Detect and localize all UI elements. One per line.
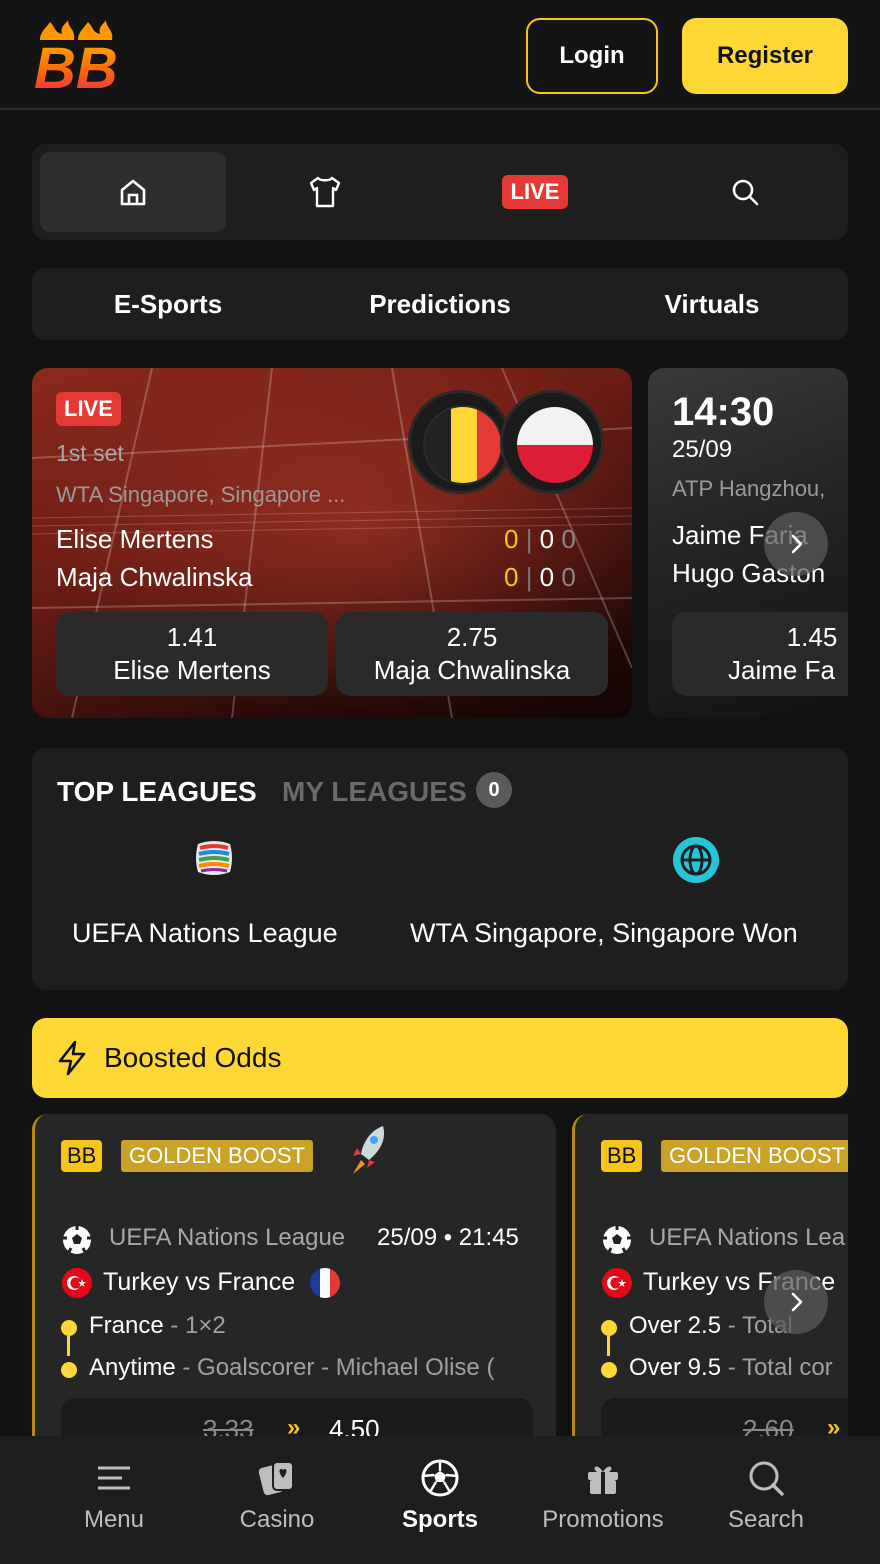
bottom-nav-search[interactable]: Search	[678, 1436, 854, 1564]
register-button[interactable]: Register	[682, 18, 848, 94]
match-period: 1st set	[56, 440, 124, 466]
home-score: 0 | 0 0	[504, 524, 576, 554]
live-badge: LIVE	[501, 175, 569, 209]
golden-boost-badge: GOLDEN BOOST	[661, 1140, 848, 1172]
boost-selection-1: France - 1×2	[89, 1312, 226, 1339]
boost-card[interactable]: BB GOLDEN BOOST UEFA Nations League 25/0…	[32, 1114, 556, 1444]
bottom-nav-label: Search	[727, 1506, 805, 1533]
svg-text:BB: BB	[34, 36, 118, 94]
tab-home[interactable]	[40, 152, 226, 232]
odds-button-home[interactable]: 1.45 Jaime Fa	[672, 612, 848, 696]
my-leagues-count: 0	[476, 772, 512, 808]
match-date: 25/09	[672, 436, 733, 463]
odds-value: 2.75	[446, 622, 498, 652]
match-card[interactable]: LIVE 1st set WTA Singapore, Singapore ..…	[32, 368, 632, 718]
search-icon	[732, 179, 759, 206]
boost-league: UEFA Nations League	[109, 1224, 346, 1251]
bb-badge: BB	[61, 1140, 103, 1172]
odds-value: 1.45	[786, 622, 838, 652]
rocket-icon	[353, 1126, 385, 1174]
chevron-right-icon	[791, 534, 803, 554]
turkey-flag-icon	[602, 1268, 632, 1298]
bottom-nav-promotions[interactable]: Promotions	[515, 1436, 691, 1564]
boost-league: UEFA Nations Lea	[649, 1224, 846, 1251]
bottom-nav-label: Casino	[239, 1506, 315, 1533]
boost-match: Turkey vs France	[103, 1268, 296, 1296]
lightning-icon	[58, 1040, 86, 1076]
cards-icon	[258, 1461, 294, 1496]
jersey-icon	[309, 176, 341, 208]
tab-sports[interactable]	[232, 152, 418, 232]
logo-icon: BB	[34, 20, 118, 101]
uefa-nations-league-icon[interactable]	[190, 834, 238, 882]
live-matches-carousel: LIVE 1st set WTA Singapore, Singapore ..…	[32, 368, 848, 718]
odds-button-home[interactable]: 1.41 Elise Mertens	[56, 612, 328, 696]
bb-badge: BB	[601, 1140, 643, 1172]
golden-boost-badge: GOLDEN BOOST	[121, 1140, 314, 1172]
bottom-nav-label: Promotions	[542, 1506, 664, 1533]
football-icon	[63, 1226, 91, 1254]
france-flag-icon	[310, 1268, 340, 1298]
brand-logo[interactable]: BB	[32, 18, 122, 101]
subnav-esports[interactable]: E-Sports	[32, 268, 304, 340]
boost-date: 25/09 • 21:45	[377, 1224, 519, 1251]
boosted-odds-carousel: BB GOLDEN BOOST UEFA Nations League 25/0…	[32, 1114, 848, 1444]
tab-top-leagues[interactable]: TOP LEAGUES	[57, 776, 257, 808]
home-team: Elise Mertens	[56, 524, 214, 554]
gift-icon	[588, 1466, 618, 1494]
selection-connector	[67, 1336, 70, 1356]
turkey-flag-icon	[62, 1268, 92, 1298]
leagues-panel: TOP LEAGUES MY LEAGUES 0 UEFA Nations Le…	[32, 748, 848, 990]
odds-selection: Maja Chwalinska	[373, 655, 571, 685]
bottom-nav-label: Sports	[401, 1506, 478, 1533]
league-item-uefa-nations[interactable]: UEFA Nations League	[72, 918, 338, 949]
away-score: 0 | 0 0	[504, 562, 576, 592]
league-item-wta-singapore[interactable]: WTA Singapore, Singapore Won	[410, 918, 798, 949]
selection-dot	[601, 1320, 617, 1336]
bottom-nav-sports[interactable]: Sports	[352, 1436, 528, 1564]
app-header: BB Login Register	[0, 0, 880, 110]
boost-carousel-next-button[interactable]	[764, 1270, 828, 1334]
chevron-right-icon	[791, 1292, 803, 1312]
selection-dot	[601, 1362, 617, 1378]
football-icon	[421, 1459, 459, 1497]
bottom-nav-casino[interactable]: Casino	[189, 1436, 365, 1564]
selection-connector	[607, 1336, 610, 1356]
boosted-odds-banner[interactable]: Boosted Odds	[32, 1018, 848, 1098]
globe-icon[interactable]	[672, 836, 720, 884]
bottom-nav-label: Menu	[83, 1506, 145, 1533]
boost-selection-2: Anytime - Goalscorer - Michael Olise (	[89, 1354, 495, 1381]
live-status-badge: LIVE	[56, 392, 121, 426]
bottom-nav-menu[interactable]: Menu	[26, 1436, 202, 1564]
tab-my-leagues[interactable]: MY LEAGUES	[282, 776, 467, 808]
login-button[interactable]: Login	[526, 18, 658, 94]
boost-selection-2: Over 9.5 - Total cor	[629, 1354, 833, 1381]
bottom-nav: Menu Casino Sports Promotions Search	[0, 1436, 880, 1564]
odds-value: 1.41	[166, 622, 218, 652]
tab-live[interactable]: LIVE	[442, 152, 628, 232]
match-league: WTA Singapore, Singapore ...	[56, 482, 346, 507]
sub-nav: E-Sports Predictions Virtuals	[32, 268, 848, 340]
boosted-odds-title: Boosted Odds	[104, 1042, 282, 1073]
carousel-next-button[interactable]	[764, 512, 828, 576]
tab-search[interactable]	[652, 152, 838, 232]
menu-icon	[98, 1466, 130, 1490]
home-icon	[120, 179, 146, 206]
subnav-virtuals[interactable]: Virtuals	[576, 268, 848, 340]
odds-selection: Jaime Fa	[728, 655, 835, 685]
poland-flag-icon	[500, 390, 604, 494]
away-team: Maja Chwalinska	[56, 562, 253, 592]
search-icon	[749, 1461, 784, 1496]
selection-dot	[61, 1320, 77, 1336]
match-league: ATP Hangzhou,	[672, 476, 826, 501]
odds-selection: Elise Mertens	[113, 655, 271, 685]
subnav-predictions[interactable]: Predictions	[304, 268, 576, 340]
belgium-flag-icon	[408, 390, 512, 494]
match-time: 14:30	[672, 390, 775, 434]
sport-top-nav: LIVE	[32, 144, 848, 240]
odds-button-away[interactable]: 2.75 Maja Chwalinska	[336, 612, 608, 696]
football-icon	[603, 1226, 631, 1254]
selection-dot	[61, 1362, 77, 1378]
